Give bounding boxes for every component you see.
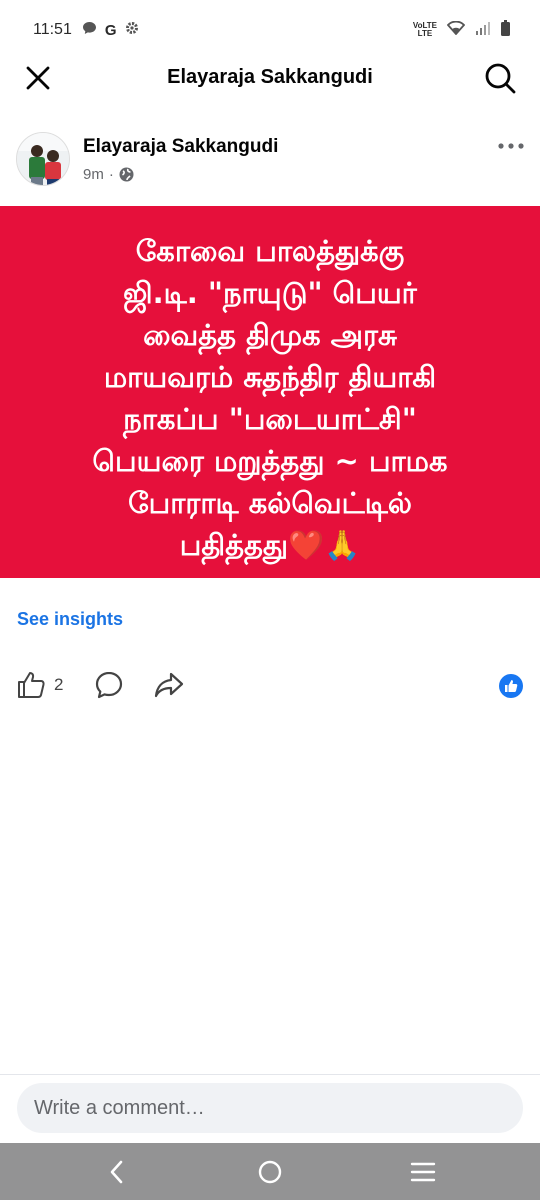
comment-button[interactable]: [94, 670, 124, 700]
action-row: 2: [0, 664, 540, 708]
comment-input[interactable]: [17, 1083, 523, 1133]
wifi-icon: [446, 20, 466, 40]
post-text: கோவை பாலத்துக்கு ஜி.டி. "நாயுடு" பெயர் வ…: [92, 234, 448, 562]
like-reaction-icon: [505, 680, 518, 692]
like-count: 2: [54, 675, 64, 694]
post-meta: 9m ·: [83, 166, 134, 183]
meta-separator: ·: [108, 166, 114, 183]
globe-icon: [119, 167, 134, 182]
volte-icon: VoLTE LTE: [413, 22, 437, 38]
comment-bar: [0, 1074, 540, 1145]
more-options-button[interactable]: [496, 136, 526, 156]
more-horizontal-icon: [498, 143, 524, 149]
chat-bubble-icon: [82, 21, 97, 40]
see-insights-link[interactable]: See insights: [17, 609, 123, 630]
signal-icon: [475, 21, 491, 40]
thumbs-up-icon: [18, 672, 45, 698]
gear-icon: [125, 21, 139, 40]
post-time[interactable]: 9m: [83, 166, 104, 183]
back-icon: [110, 1160, 122, 1183]
profile-photo: [17, 133, 69, 185]
search-button[interactable]: [482, 60, 518, 96]
recents-button[interactable]: [393, 1152, 453, 1192]
post-header: Elayaraja Sakkangudi 9m ·: [0, 128, 540, 192]
status-time: 11:51: [33, 21, 72, 38]
post-author[interactable]: Elayaraja Sakkangudi: [83, 136, 278, 158]
system-nav-bar: [0, 1143, 540, 1200]
home-button[interactable]: [240, 1152, 300, 1192]
back-button[interactable]: [87, 1152, 147, 1192]
battery-icon: [501, 19, 510, 41]
recents-icon: [411, 1162, 436, 1181]
post-card[interactable]: கோவை பாலத்துக்கு ஜி.டி. "நாயுடு" பெயர் வ…: [0, 206, 540, 578]
avatar[interactable]: [16, 132, 70, 186]
like-button[interactable]: 2: [16, 670, 63, 700]
search-icon: [485, 63, 516, 94]
home-icon: [258, 1160, 282, 1183]
volte-bottom-label: LTE: [417, 29, 433, 38]
page-title: Elayaraja Sakkangudi: [167, 66, 373, 88]
google-icon: G: [104, 21, 117, 39]
comment-icon: [95, 671, 123, 699]
share-icon: [154, 672, 184, 698]
share-button[interactable]: [154, 670, 184, 700]
like-reaction-badge[interactable]: [499, 674, 523, 698]
top-app-bar: Elayaraja Sakkangudi: [0, 48, 540, 108]
